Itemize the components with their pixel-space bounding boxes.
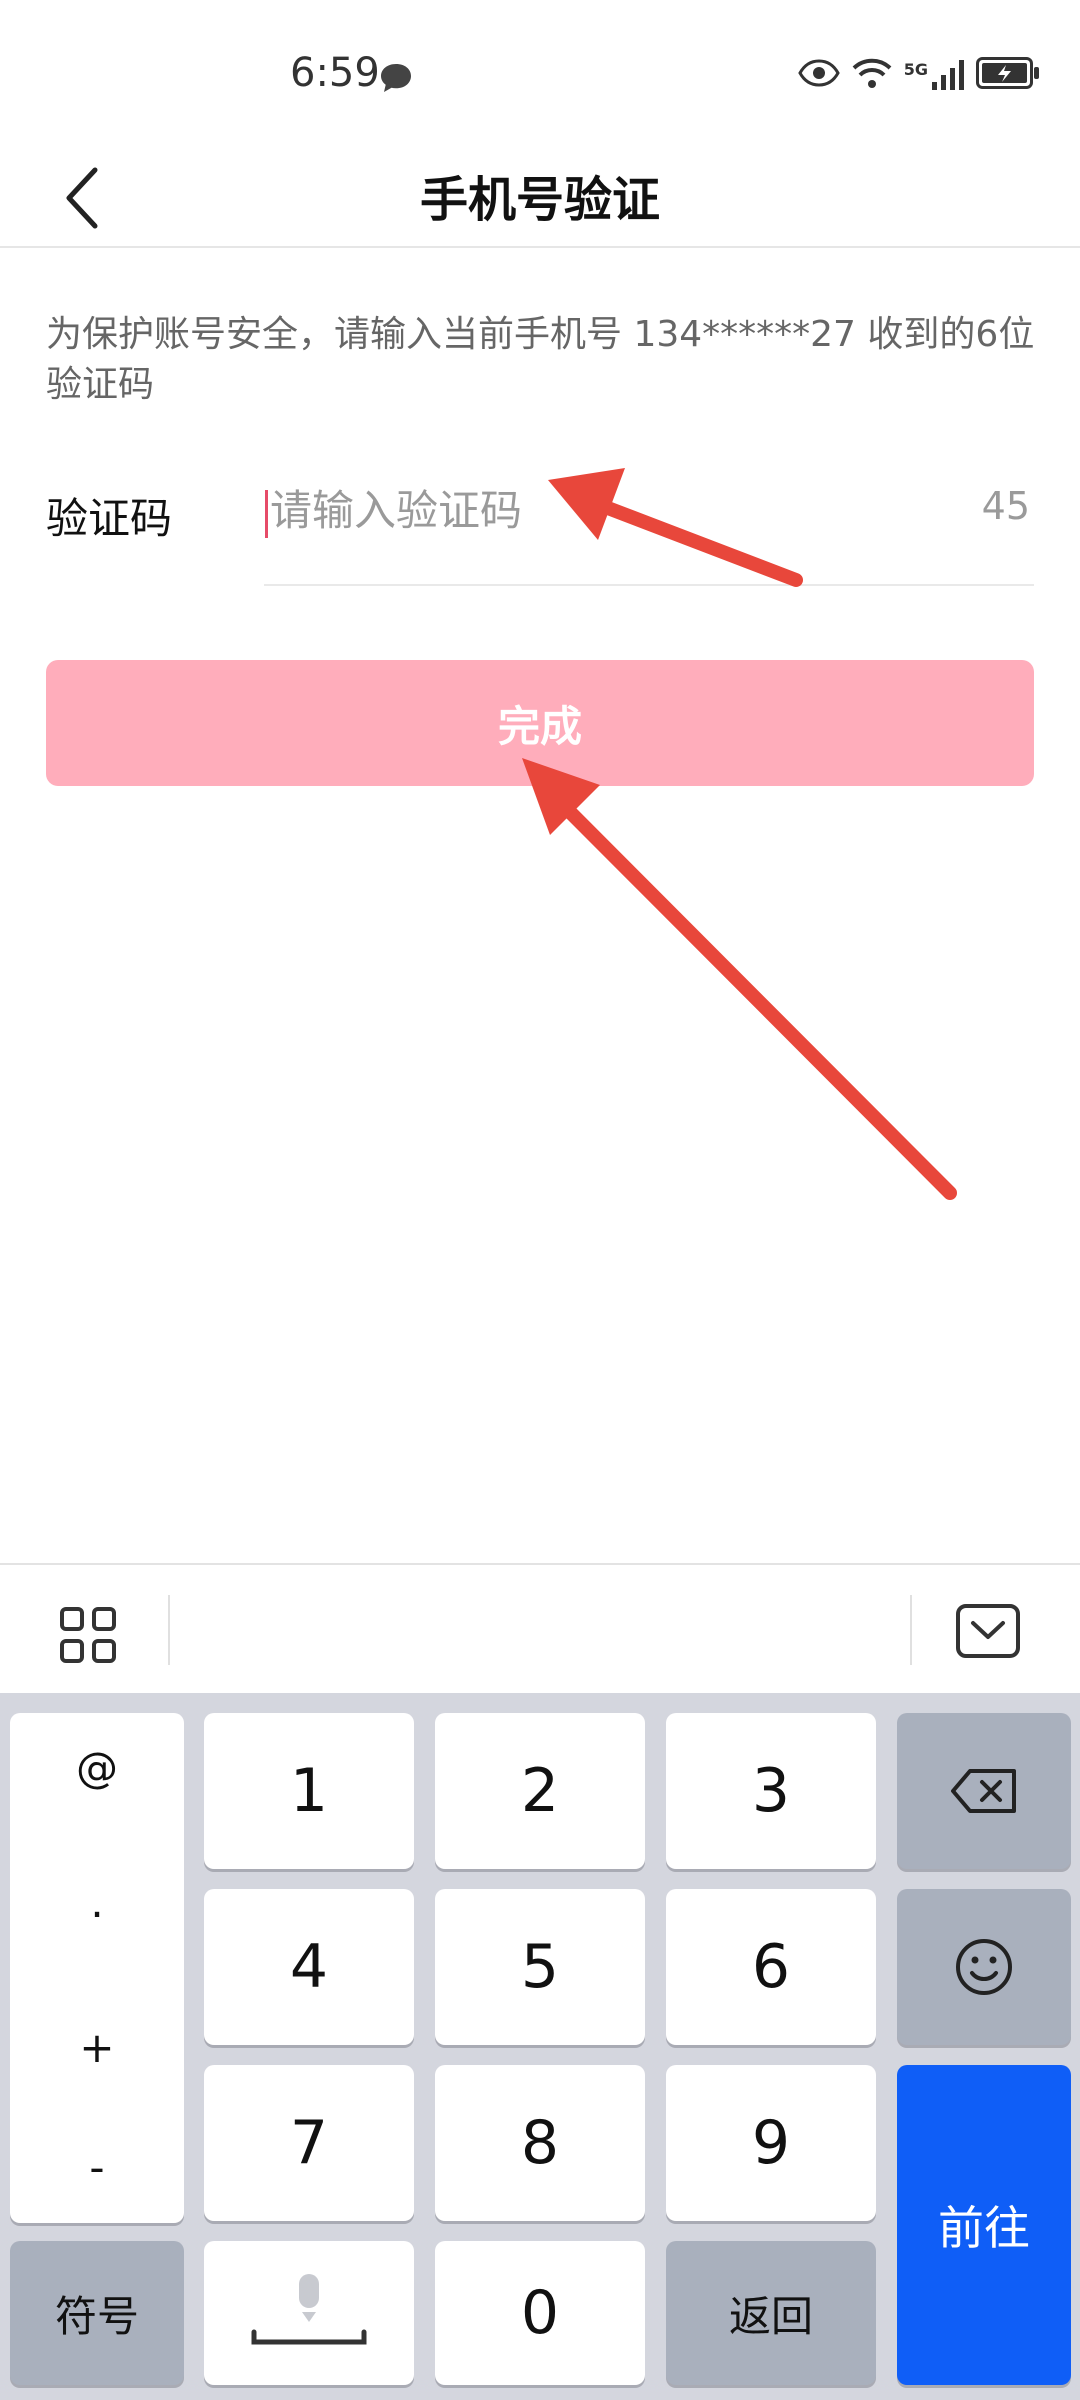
keyboard-collapse-icon[interactable] [955,1603,1021,1661]
microphone-icon [251,2274,367,2345]
signal-icon: 5G [904,60,964,90]
return-key[interactable]: 返回 [666,2241,876,2385]
key-0[interactable]: 0 [435,2241,645,2385]
code-label: 验证码 [46,494,173,543]
emoji-key[interactable] [897,1889,1071,2045]
toolbar-divider [910,1595,912,1665]
backspace-icon [951,1769,1016,1813]
complete-button[interactable]: 完成 [46,660,1034,786]
symbol-minus: - [89,2143,105,2192]
backspace-key[interactable] [897,1713,1071,1869]
key-9[interactable]: 9 [666,2065,876,2221]
status-icons: 5G [798,56,1040,94]
grid-icon[interactable] [58,1605,118,1665]
key-1[interactable]: 1 [204,1713,414,1869]
numeric-keyboard: @ . + - 1 2 3 4 5 6 7 8 9 前往 符号 0 返回 [0,1693,1080,2400]
text-caret [265,490,268,538]
key-2[interactable]: 2 [435,1713,645,1869]
battery-icon [976,57,1040,93]
symbol-at: @ [76,1743,118,1792]
key-4[interactable]: 4 [204,1889,414,2045]
key-7[interactable]: 7 [204,2065,414,2221]
status-bar: 6:59 5G [0,0,1080,150]
arrow-to-complete [522,758,957,1200]
eye-icon [798,59,840,91]
symbols-key[interactable]: 符号 [10,2241,184,2385]
key-8[interactable]: 8 [435,2065,645,2221]
keyboard-toolbar [0,1563,1080,1695]
symbol-dot: . [90,1878,104,1927]
key-6[interactable]: 6 [666,1889,876,2045]
code-input[interactable] [264,460,916,560]
key-3[interactable]: 3 [666,1713,876,1869]
countdown-timer: 45 [981,484,1030,528]
emoji-icon [956,1939,1012,1995]
network-type: 5G [903,60,928,79]
page-title: 手机号验证 [419,172,660,228]
verification-description: 为保护账号安全，请输入当前手机号 134******27 收到的6位验证码 [46,314,1035,405]
go-key[interactable]: 前往 [897,2065,1071,2385]
code-input-field: 45 [264,460,1034,586]
symbol-column-key[interactable]: @ . + - [10,1713,184,2223]
header: 手机号验证 [0,150,1080,248]
space-key[interactable] [204,2241,414,2385]
message-icon [378,62,414,98]
toolbar-divider [168,1595,170,1665]
status-time: 6:59 [290,50,380,96]
wifi-icon [852,56,892,94]
key-5[interactable]: 5 [435,1889,645,2045]
symbol-plus: + [79,2023,115,2072]
